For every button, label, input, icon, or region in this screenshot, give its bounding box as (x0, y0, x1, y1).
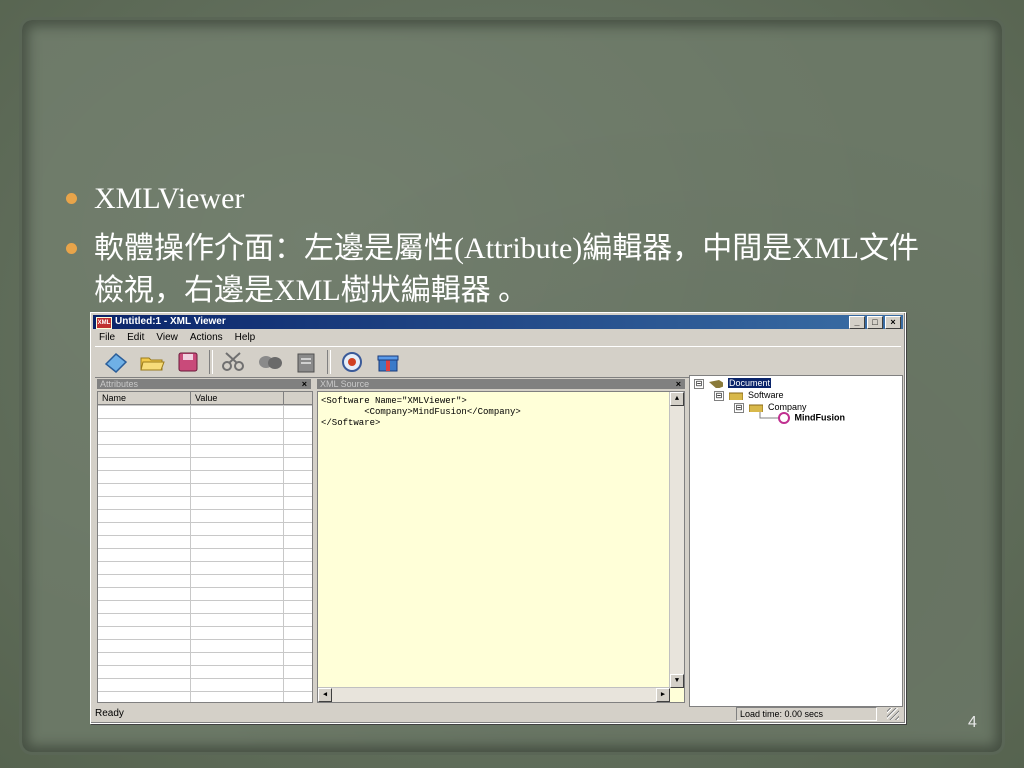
bullet-dot-icon (66, 243, 77, 254)
attributes-pane-header: Attributes × (97, 379, 311, 389)
scroll-down-icon[interactable]: ▼ (670, 674, 684, 688)
scroll-up-icon[interactable]: ▲ (670, 392, 684, 406)
xml-viewer-window: XML Untitled:1 - XML Viewer _ □ × File E… (90, 312, 906, 724)
grid-column-divider (190, 405, 191, 702)
validate-icon (342, 352, 362, 372)
save-button[interactable] (173, 349, 203, 375)
grid-column-divider (283, 405, 284, 702)
document-icon (708, 379, 723, 388)
toolbar (95, 346, 901, 378)
gift-button[interactable] (373, 349, 403, 375)
scroll-right-icon[interactable]: ▶ (656, 688, 670, 702)
close-button[interactable]: × (885, 316, 901, 329)
scroll-left-icon[interactable]: ◀ (318, 688, 332, 702)
grid-header: Name Value (98, 392, 312, 405)
menu-help[interactable]: Help (235, 331, 256, 345)
minimize-button[interactable]: _ (849, 316, 865, 329)
menu-file[interactable]: File (99, 331, 115, 345)
collapse-icon[interactable]: ⊟ (714, 390, 724, 401)
cut-icon (222, 352, 244, 371)
toolbar-separator (327, 350, 331, 374)
menu-actions[interactable]: Actions (190, 331, 223, 345)
maximize-button[interactable]: □ (867, 316, 883, 329)
tree-node-document[interactable]: ⊟ Document (694, 378, 772, 389)
window-title: Untitled:1 - XML Viewer (115, 316, 226, 327)
gift-icon (377, 355, 399, 372)
save-icon (178, 352, 198, 372)
paste-button[interactable] (291, 349, 321, 375)
attributes-pane: Attributes × Name Value (97, 379, 313, 703)
copy-icon (259, 356, 282, 369)
status-bar: Ready Load time: 0.00 secs (95, 707, 901, 721)
bullet-dot-icon (66, 193, 77, 204)
bullet-text: XMLViewer (94, 182, 245, 215)
xml-pane-header: XML Source × (317, 379, 685, 389)
column-header-value[interactable]: Value (191, 392, 284, 404)
attributes-pane-title: Attributes (100, 379, 139, 389)
xml-tree-pane[interactable]: ⊟ Document ⊟ Software ⊟ Company MindFusi… (689, 375, 903, 707)
bullet-text: 軟體操作介面：左邊是屬性(Attribute)編輯器，中間是XML文件檢視，右邊… (94, 232, 919, 307)
status-text: Ready (95, 708, 124, 719)
tree-node-label: Document (728, 378, 772, 388)
xml-source-pane: XML Source × <Software Name="XMLViewer">… (317, 379, 685, 703)
copy-button[interactable] (255, 349, 285, 375)
attributes-grid[interactable]: Name Value (97, 391, 313, 703)
open-button[interactable] (137, 349, 167, 375)
folder-icon (748, 404, 763, 412)
window-titlebar[interactable]: XML Untitled:1 - XML Viewer _ □ × (93, 315, 903, 329)
column-header-name[interactable]: Name (98, 392, 191, 404)
open-folder-icon (140, 357, 165, 371)
tree-node-mindfusion[interactable]: MindFusion (758, 412, 845, 424)
bullet-list: XMLViewer 軟體操作介面：左邊是屬性(Attribute)編輯器，中間是… (60, 178, 940, 312)
xml-pane-title: XML Source (320, 379, 370, 389)
column-header-extra (284, 392, 308, 404)
tree-node-label: Company (768, 402, 807, 412)
tree-node-label: Software (748, 390, 784, 400)
collapse-icon[interactable]: ⊟ (694, 378, 704, 389)
bullet-item-1: XMLViewer (60, 178, 940, 220)
toolbar-separator (209, 350, 213, 374)
menu-view[interactable]: View (156, 331, 178, 345)
app-icon: XML (96, 317, 112, 329)
new-button[interactable] (101, 349, 131, 375)
grid-rows[interactable] (98, 405, 312, 702)
xml-source-text[interactable]: <Software Name="XMLViewer"> <Company>Min… (318, 392, 684, 433)
window-controls: _ □ × (849, 316, 901, 329)
text-node-icon (759, 412, 790, 424)
bullet-item-2: 軟體操作介面：左邊是屬性(Attribute)編輯器，中間是XML文件檢視，右邊… (60, 228, 940, 312)
tree-node-software[interactable]: ⊟ Software (714, 390, 784, 401)
paste-icon (297, 353, 315, 373)
xml-editor[interactable]: <Software Name="XMLViewer"> <Company>Min… (317, 391, 685, 703)
slide-number: 4 (968, 714, 977, 731)
menu-edit[interactable]: Edit (127, 331, 144, 345)
validate-button[interactable] (337, 349, 367, 375)
vertical-scrollbar[interactable]: ▲ ▼ (669, 392, 684, 688)
resize-grip-icon[interactable] (887, 708, 899, 720)
xml-close-icon[interactable]: × (676, 379, 681, 389)
tree-node-label: MindFusion (794, 412, 846, 423)
collapse-icon[interactable]: ⊟ (734, 402, 744, 413)
folder-icon (728, 392, 743, 400)
cut-button[interactable] (219, 349, 249, 375)
menu-bar: File Edit View Actions Help (95, 331, 255, 345)
attributes-close-icon[interactable]: × (302, 379, 307, 389)
new-icon (104, 352, 128, 374)
load-time-text: Load time: 0.00 secs (736, 707, 877, 721)
horizontal-scrollbar[interactable]: ◀ ▶ (318, 687, 670, 702)
